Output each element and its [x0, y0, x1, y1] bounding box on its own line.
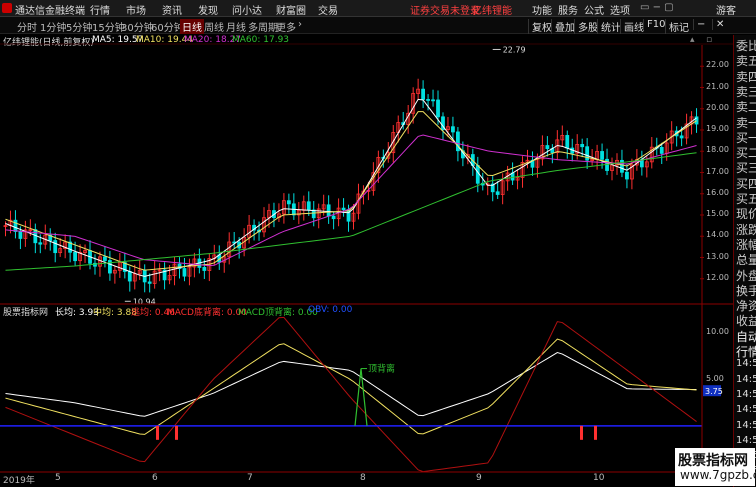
watermark-title: 股票指标网: [678, 453, 748, 469]
candle-body: [306, 201, 311, 211]
candle-body: [182, 268, 187, 277]
indicator-tick-label: 5.00: [706, 373, 724, 383]
candle-body: [13, 219, 18, 232]
date-label: 7: [247, 473, 253, 483]
candle-body: [73, 251, 77, 262]
current-value-label: 3.75: [705, 387, 723, 396]
watermark-url: www.7gpzb.com: [680, 468, 756, 482]
price-tick-label: 19.00: [706, 124, 729, 133]
candle-body: [147, 281, 152, 284]
candle-body: [565, 135, 570, 149]
price-tick-label: 18.00: [706, 145, 729, 155]
quote-side-panel: 委比 卖五 卖四 卖三 卖二 卖一 买一 买二 买三 买四 买五 现价 涨跌 涨幅 总量 外盘 换手 净资 收益 自动…: [733, 35, 756, 487]
candle-body: [38, 242, 43, 245]
date-label: 2019年: [3, 476, 35, 486]
signal-bar: [580, 425, 583, 440]
candle-body: [545, 145, 550, 150]
signal-bar: [175, 425, 178, 440]
indicator-tick-label: 10.00: [706, 327, 729, 337]
candle-body: [311, 209, 316, 219]
candle-body: [331, 215, 336, 220]
candle-body: [625, 171, 629, 180]
candle-body: [421, 88, 426, 100]
low-label: 10.94: [133, 297, 156, 306]
indicator-line-1: [5, 338, 697, 435]
side-panel-item[interactable]: 14:5: [736, 374, 756, 385]
chart-area[interactable]: 22.79 10.94 顶背离 3.75: [0, 0, 756, 487]
candle-body: [580, 144, 585, 148]
price-tick-label: 21.00: [706, 81, 729, 91]
price-tick-label: 20.00: [706, 102, 729, 112]
candle-body: [436, 99, 440, 118]
candle-body: [103, 256, 107, 261]
indicator-line-2: [5, 316, 697, 473]
date-label: 5: [55, 473, 61, 483]
price-tick-label: 17.00: [706, 166, 729, 176]
candle-body: [202, 267, 207, 271]
date-label: 8: [360, 473, 366, 483]
ma-line-ma10: [5, 111, 697, 271]
candle-body: [451, 126, 455, 133]
high-label: 22.79: [503, 45, 526, 54]
side-panel-item[interactable]: 14:5: [736, 420, 756, 431]
indicator-chart: 顶背离 3.75: [0, 316, 723, 473]
price-tick-label: 22.00: [706, 60, 729, 70]
price-tick-label: 14.00: [706, 230, 729, 240]
price-tick-label: 13.00: [706, 251, 729, 261]
price-tick-label: 12.00: [706, 272, 729, 282]
side-panel-item[interactable]: 14:5: [736, 389, 756, 400]
candle-body: [341, 207, 346, 211]
candle-body: [495, 191, 500, 195]
price-chart: 22.79 10.94: [3, 45, 699, 306]
date-label: 10: [593, 473, 605, 483]
candle-body: [600, 151, 604, 160]
signal-bar: [156, 425, 159, 440]
candle-body: [53, 240, 58, 254]
ma-line-ma20: [5, 134, 697, 267]
candle-body: [127, 271, 132, 282]
candle-body: [659, 146, 664, 154]
watermark: 股票指标网 www.7gpzb.com: [675, 448, 756, 486]
side-panel-item[interactable]: 14:5: [736, 358, 756, 369]
date-label: 6: [152, 473, 158, 483]
candle-body: [426, 99, 430, 101]
price-tick-label: 16.00: [706, 187, 729, 197]
date-label: 9: [476, 473, 482, 483]
candle-body: [431, 99, 435, 102]
price-tick-label: 15.00: [706, 209, 729, 218]
indicator-line-0: [5, 351, 697, 417]
ma-line-ma5: [5, 98, 697, 277]
ma-line-ma60: [5, 152, 697, 271]
candle-body: [326, 204, 331, 217]
candle-body: [679, 135, 684, 139]
side-panel-item[interactable]: 14:5: [736, 435, 756, 446]
signal-bar: [594, 425, 597, 440]
side-panel-item[interactable]: 14:5: [736, 404, 756, 415]
candle-body: [18, 231, 23, 239]
candle-body: [286, 200, 291, 205]
top-divergence-label: 顶背离: [368, 363, 395, 375]
